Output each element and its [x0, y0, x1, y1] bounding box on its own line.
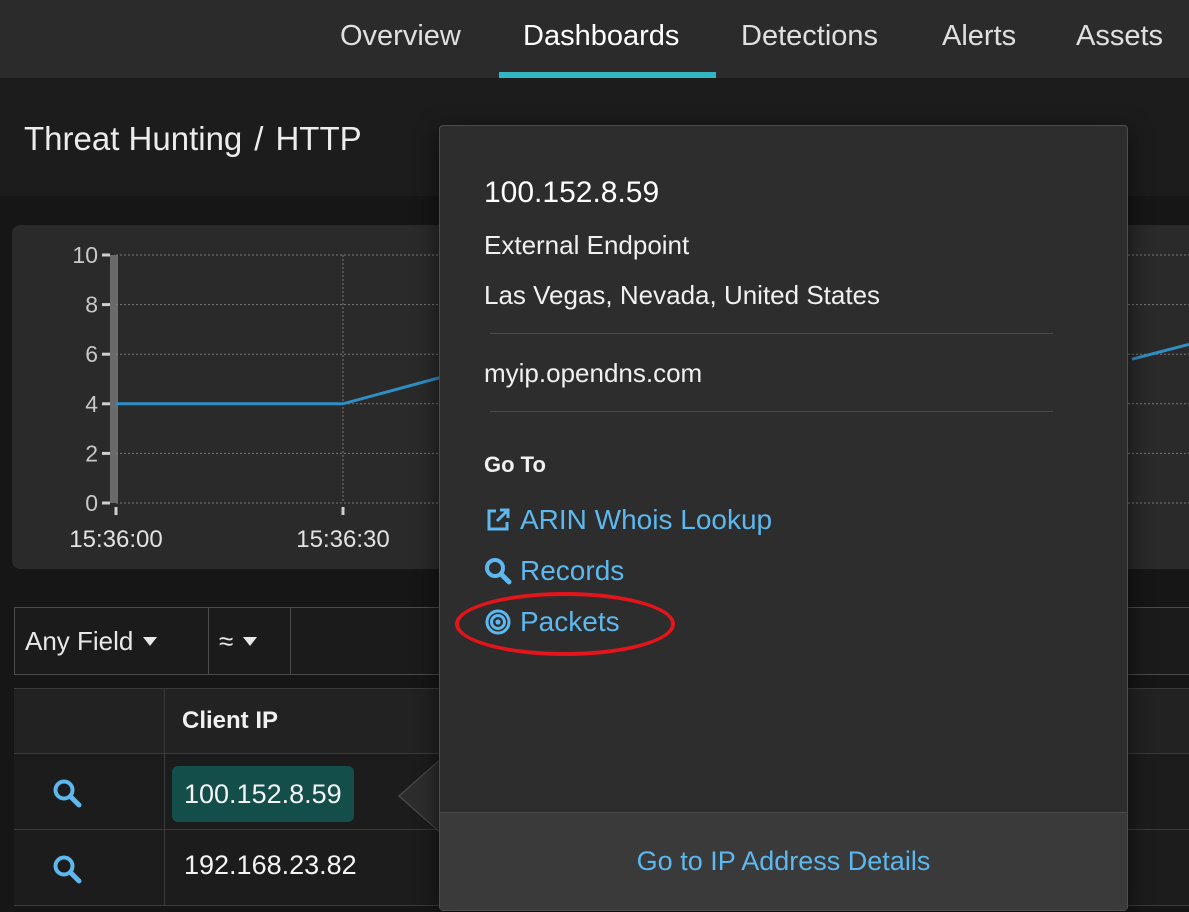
goto-heading: Go To: [484, 452, 546, 477]
column-divider: [164, 754, 165, 829]
endpoint-type: External Endpoint: [484, 230, 690, 260]
y-tick-label: 0: [85, 490, 98, 516]
tab-alerts[interactable]: Alerts: [942, 20, 1016, 53]
x-tick-label: 15:36:30: [296, 526, 389, 553]
popover-arrow: [400, 760, 440, 832]
popover-footer: Go to IP Address Details: [440, 812, 1127, 910]
endpoint-hostname: myip.opendns.com: [484, 358, 703, 388]
y-tick-label: 8: [85, 292, 98, 318]
endpoint-location: Las Vegas, Nevada, United States: [484, 280, 881, 310]
arin-whois-lookup-label: ARIN Whois Lookup: [520, 504, 773, 535]
y-axis-band: [110, 255, 118, 503]
breadcrumb: Threat Hunting / HTTP: [24, 120, 362, 158]
top-navigation: Overview Dashboards Detections Alerts As…: [0, 0, 1189, 78]
search-icon[interactable]: [52, 778, 82, 808]
arin-whois-lookup-link[interactable]: ARIN Whois Lookup: [484, 504, 772, 536]
client-ip-selected[interactable]: 100.152.8.59: [172, 766, 354, 822]
series-line: [116, 372, 454, 406]
tab-assets[interactable]: Assets: [1076, 20, 1163, 53]
tab-dashboards[interactable]: Dashboards: [523, 20, 679, 53]
breadcrumb-parent[interactable]: Threat Hunting: [24, 120, 242, 157]
ip-details-popover: 100.152.8.59 External Endpoint Las Vegas…: [439, 125, 1128, 911]
chevron-down-icon: [143, 636, 158, 646]
popover-ip-title: 100.152.8.59: [484, 176, 660, 209]
records-label: Records: [520, 555, 625, 586]
series-line-continuation: [1131, 342, 1189, 361]
field-select[interactable]: Any Field: [15, 608, 209, 674]
y-tick-label: 4: [85, 391, 98, 417]
highlight-circle-annotation: [455, 592, 675, 656]
column-divider: [164, 689, 165, 753]
breadcrumb-current: HTTP: [275, 120, 362, 157]
x-tick-label: 15:36:00: [69, 526, 162, 553]
y-tick-label: 2: [85, 440, 98, 466]
breadcrumb-separator: /: [254, 120, 264, 157]
records-link[interactable]: Records: [484, 555, 624, 587]
operator-select[interactable]: ≈: [209, 608, 291, 674]
search-icon: [485, 558, 512, 585]
divider: [490, 333, 1053, 334]
y-tick-label: 10: [72, 242, 98, 268]
tab-detections[interactable]: Detections: [741, 20, 878, 53]
tab-overview[interactable]: Overview: [340, 20, 461, 53]
client-ip[interactable]: 192.168.23.82: [184, 850, 357, 881]
field-select-label: Any Field: [25, 625, 134, 656]
y-tick-label: 6: [85, 341, 98, 367]
external-link-icon: [487, 508, 510, 531]
divider: [490, 411, 1053, 412]
search-icon[interactable]: [52, 854, 82, 884]
chevron-down-icon: [243, 636, 258, 646]
operator-select-label: ≈: [219, 625, 234, 656]
ip-address-details-link[interactable]: Go to IP Address Details: [637, 846, 931, 877]
column-header-client-ip[interactable]: Client IP: [182, 707, 278, 735]
column-divider: [164, 830, 165, 905]
